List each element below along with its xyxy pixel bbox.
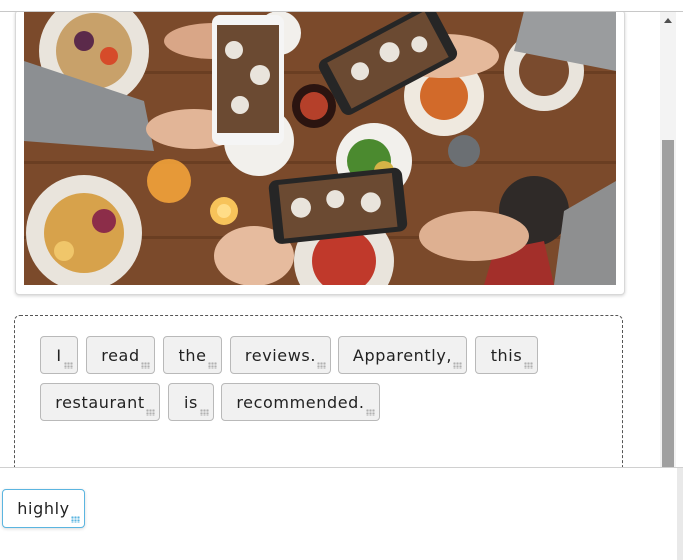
tray-edge [677, 468, 683, 560]
drag-handle-icon [453, 362, 462, 369]
photo-illustration [24, 12, 616, 285]
scroll-thumb[interactable] [662, 140, 674, 467]
word-chip[interactable]: I [40, 336, 78, 374]
word-chip[interactable]: recommended. [221, 383, 380, 421]
arrow-up-icon [664, 17, 672, 23]
word-bank-tray: highly [0, 467, 683, 560]
word-chip-label: read [101, 345, 140, 365]
word-chip-label: this [490, 345, 523, 365]
word-chip-label: the [178, 345, 207, 365]
restaurant-photo [24, 12, 616, 285]
vertical-scrollbar[interactable] [660, 12, 676, 467]
drag-handle-icon [141, 362, 150, 369]
word-chip[interactable]: is [168, 383, 214, 421]
word-bank-chip-label: highly [17, 499, 70, 518]
word-chip[interactable]: the [163, 336, 222, 374]
word-chip[interactable]: this [475, 336, 538, 374]
word-chip[interactable]: reviews. [230, 336, 331, 374]
word-chip-label: recommended. [236, 392, 365, 412]
drag-handle-icon [71, 516, 80, 523]
word-chip-label: Apparently, [352, 345, 453, 365]
drag-handle-icon [366, 409, 375, 416]
scroll-up-button[interactable] [660, 12, 676, 28]
word-chip-label: reviews. [244, 345, 317, 365]
top-bar [0, 0, 683, 12]
drag-handle-icon [208, 362, 217, 369]
photo-card [15, 12, 625, 295]
drag-handle-icon [317, 362, 326, 369]
drag-handle-icon [200, 409, 209, 416]
word-chip-label: I [56, 345, 62, 365]
word-chip[interactable]: restaurant [40, 383, 160, 421]
word-bank-chip[interactable]: highly [2, 489, 85, 528]
word-chip-label: is [184, 392, 198, 412]
answer-drop-zone[interactable]: I read the reviews. Apparently, this res… [14, 315, 623, 467]
drag-handle-icon [146, 409, 155, 416]
word-chip-label: restaurant [55, 392, 145, 412]
drag-handle-icon [524, 362, 533, 369]
drag-handle-icon [64, 362, 73, 369]
word-chip[interactable]: read [86, 336, 155, 374]
word-chip[interactable]: Apparently, [338, 336, 467, 374]
exercise-panel: I read the reviews. Apparently, this res… [0, 12, 660, 467]
